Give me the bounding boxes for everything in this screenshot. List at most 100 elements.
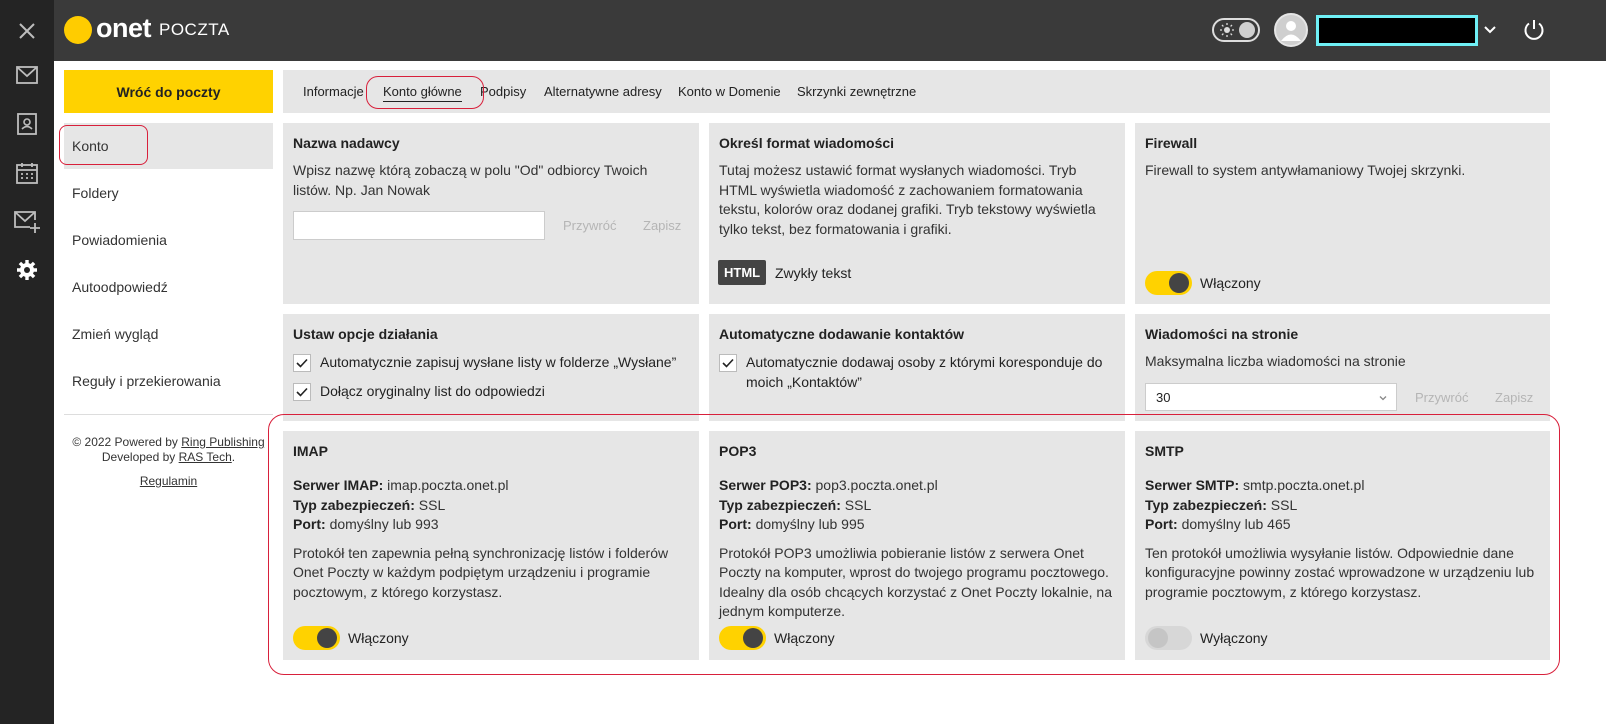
app-rail xyxy=(0,0,54,724)
pop3-description: Protokół POP3 umożliwia pobieranie listó… xyxy=(719,544,1112,620)
option-auto-add-contacts: Automatycznie dodawaj osoby z którymi ko… xyxy=(719,353,1109,392)
card-pop3: POP3 Serwer POP3: pop3.poczta.onet.pl Ty… xyxy=(709,431,1125,660)
onet-logo-dot xyxy=(64,16,92,44)
new-mail-icon[interactable] xyxy=(12,207,42,237)
nav-item-zmien-wyglad[interactable]: Zmień wygląd xyxy=(64,311,273,357)
card-title: IMAP xyxy=(293,443,328,459)
avatar[interactable] xyxy=(1274,13,1308,47)
card-description: Tutaj możesz ustawić format wysłanych wi… xyxy=(719,162,1096,237)
toggle-knob xyxy=(317,628,337,648)
imap-status: Włączony xyxy=(348,630,409,646)
settings-tabs: Informacje Konto główne Podpisy Alternat… xyxy=(283,70,1550,113)
power-icon[interactable] xyxy=(1522,18,1546,42)
smtp-status: Wyłączony xyxy=(1200,630,1268,646)
card-title: Ustaw opcje działania xyxy=(293,326,438,342)
imap-server: Serwer IMAP: imap.poczta.onet.pl xyxy=(293,477,509,493)
card-description: Firewall to system antywłamaniowy Twojej… xyxy=(1145,162,1466,178)
format-plain-option[interactable]: Zwykły tekst xyxy=(775,265,851,281)
card-imap: IMAP Serwer IMAP: imap.poczta.onet.pl Ty… xyxy=(283,431,699,660)
toggle-knob xyxy=(1148,628,1168,648)
tab-konto-w-domenie[interactable]: Konto w Domenie xyxy=(678,84,781,99)
smtp-port: Port: domyślny lub 465 xyxy=(1145,516,1291,532)
attach-original-checkbox[interactable] xyxy=(293,383,311,401)
card-sender-name: Nazwa nadawcy Wpisz nazwę którą zobaczą … xyxy=(283,123,699,304)
imap-toggle[interactable] xyxy=(293,626,340,650)
chevron-down-icon xyxy=(1379,396,1387,401)
card-title: SMTP xyxy=(1145,443,1184,459)
toggle-knob xyxy=(1169,273,1189,293)
sender-reset-button[interactable]: Przywróć xyxy=(563,218,616,233)
nav-item-foldery[interactable]: Foldery xyxy=(64,170,273,216)
card-title: POP3 xyxy=(719,443,757,459)
logo-text: onet xyxy=(96,13,152,43)
per-page-reset-button[interactable]: Przywróć xyxy=(1415,390,1468,405)
option-label: Dołącz oryginalny list do odpowiedzi xyxy=(320,383,545,399)
footer-regulamin: Regulamin xyxy=(64,474,273,488)
nav-item-konto[interactable]: Konto xyxy=(64,123,273,169)
nav-item-powiadomienia[interactable]: Powiadomienia xyxy=(64,217,273,263)
imap-port: Port: domyślny lub 993 xyxy=(293,516,439,532)
auto-add-contacts-checkbox[interactable] xyxy=(719,354,737,372)
pop3-port: Port: domyślny lub 995 xyxy=(719,516,865,532)
firewall-toggle[interactable] xyxy=(1145,271,1192,295)
per-page-save-button[interactable]: Zapisz xyxy=(1495,390,1533,405)
close-icon[interactable] xyxy=(12,16,42,46)
card-message-format: Określ format wiadomości Tutaj możesz us… xyxy=(709,123,1125,304)
sun-icon xyxy=(1220,23,1234,37)
logo-product: POCZTA xyxy=(159,20,230,39)
nav-item-autoodpowiedz[interactable]: Autoodpowiedź xyxy=(64,264,273,310)
pop3-server: Serwer POP3: pop3.poczta.onet.pl xyxy=(719,477,938,493)
footer-copyright: © 2022 Powered by Ring Publishing xyxy=(72,435,265,449)
card-options: Ustaw opcje działania Automatycznie zapi… xyxy=(283,314,699,421)
card-smtp: SMTP Serwer SMTP: smtp.poczta.onet.pl Ty… xyxy=(1135,431,1550,660)
account-name-redacted[interactable] xyxy=(1316,15,1478,46)
settings-gear-icon[interactable] xyxy=(12,255,42,285)
tab-alternatywne-adresy[interactable]: Alternatywne adresy xyxy=(544,84,662,99)
moon-icon xyxy=(1239,22,1255,38)
save-sent-checkbox[interactable] xyxy=(293,354,311,372)
option-label: Automatycznie zapisuj wysłane listy w fo… xyxy=(320,354,677,370)
tab-informacje[interactable]: Informacje xyxy=(303,84,364,99)
card-title: Firewall xyxy=(1145,135,1198,151)
tab-skrzynki-zewnetrzne[interactable]: Skrzynki zewnętrzne xyxy=(797,84,916,99)
smtp-description: Ten protokół umożliwia wysyłanie listów.… xyxy=(1145,544,1535,600)
firewall-status: Włączony xyxy=(1200,275,1261,291)
imap-security: Typ zabezpieczeń: SSL xyxy=(293,496,446,513)
ring-publishing-link[interactable]: Ring Publishing xyxy=(181,435,264,449)
card-title: Automatyczne dodawanie kontaktów xyxy=(719,326,965,342)
nav-divider xyxy=(64,414,273,415)
pop3-security: Typ zabezpieczeń: SSL xyxy=(719,496,872,513)
nav-item-reguly[interactable]: Reguły i przekierowania xyxy=(64,358,273,404)
card-messages-per-page: Wiadomości na stronie Maksymalna liczba … xyxy=(1135,314,1550,421)
ras-tech-link[interactable]: RAS Tech xyxy=(179,450,232,464)
smtp-security: Typ zabezpieczeń: SSL xyxy=(1145,496,1298,513)
card-title: Nazwa nadawcy xyxy=(293,135,400,151)
smtp-toggle[interactable] xyxy=(1145,626,1192,650)
card-title: Wiadomości na stronie xyxy=(1145,326,1299,342)
footer-developed: Developed by RAS Tech. xyxy=(101,450,236,464)
messages-per-page-select[interactable]: 30 xyxy=(1145,383,1397,411)
mail-icon[interactable] xyxy=(12,60,42,90)
sender-name-input[interactable] xyxy=(293,211,545,240)
calendar-icon[interactable] xyxy=(12,158,42,188)
pop3-toggle[interactable] xyxy=(719,626,766,650)
card-title: Określ format wiadomości xyxy=(719,135,895,151)
back-to-mail-button[interactable]: Wróć do poczty xyxy=(64,70,273,113)
select-value: 30 xyxy=(1156,389,1171,405)
tab-podpisy[interactable]: Podpisy xyxy=(480,84,526,99)
theme-toggle[interactable] xyxy=(1212,18,1260,42)
tab-konto-glowne[interactable]: Konto główne xyxy=(383,84,462,102)
smtp-server: Serwer SMTP: smtp.poczta.onet.pl xyxy=(1145,477,1365,493)
card-firewall: Firewall Firewall to system antywłamanio… xyxy=(1135,123,1550,304)
toggle-knob xyxy=(743,628,763,648)
chevron-down-icon[interactable] xyxy=(1482,22,1498,38)
card-description: Wpisz nazwę którą zobaczą w polu "Od" od… xyxy=(293,162,648,198)
regulamin-link[interactable]: Regulamin xyxy=(140,474,197,488)
option-attach-original: Dołącz oryginalny list do odpowiedzi xyxy=(293,382,689,402)
format-html-option[interactable]: HTML xyxy=(718,260,767,285)
card-auto-contacts: Automatyczne dodawanie kontaktów Automat… xyxy=(709,314,1125,421)
contacts-icon[interactable] xyxy=(12,109,42,139)
sender-save-button[interactable]: Zapisz xyxy=(643,218,681,233)
option-label: Automatycznie dodawaj osoby z którymi ko… xyxy=(746,354,1103,390)
card-description: Maksymalna liczba wiadomości na stronie xyxy=(1145,353,1406,369)
